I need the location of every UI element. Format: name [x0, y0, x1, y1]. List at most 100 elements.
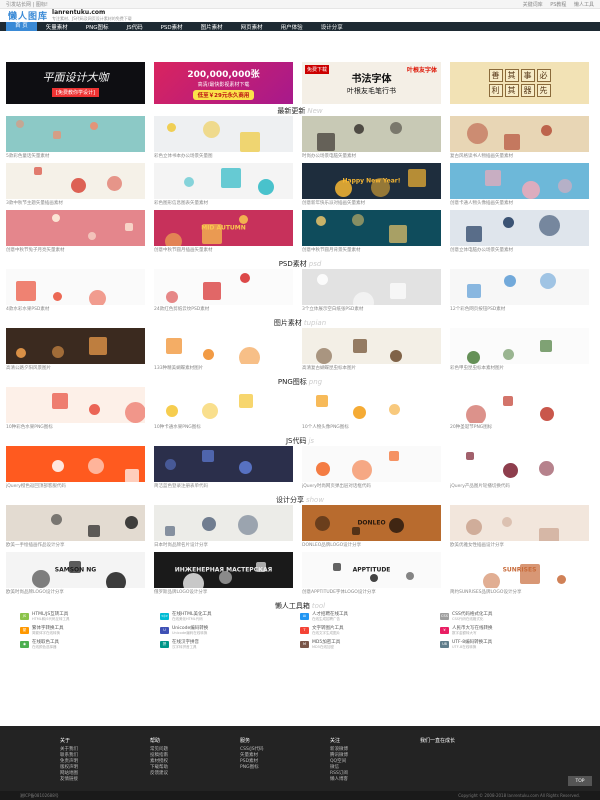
resource-caption[interactable]: 133种精美蝴蝶素材图片 [154, 364, 293, 375]
resource-thumbnail[interactable] [154, 269, 293, 305]
resource-card[interactable]: 日本时尚品牌名片设计分享 [154, 505, 293, 552]
resource-thumbnail[interactable] [450, 328, 589, 364]
tool-item[interactable]: 拼在线汉字拼音 汉字转拼音工具 [160, 639, 300, 649]
resource-thumbnail[interactable] [6, 328, 145, 364]
resource-card[interactable]: 10种彩色水果PNG图标 [6, 387, 145, 434]
resource-card[interactable]: 时尚办公场景电脑矢量素材 [302, 116, 441, 163]
resource-thumbnail[interactable] [6, 210, 145, 246]
resource-thumbnail[interactable] [450, 163, 589, 199]
resource-thumbnail[interactable] [6, 446, 145, 482]
resource-caption[interactable]: 创意卡通人物头像插画矢量素材 [450, 199, 589, 210]
resource-caption[interactable]: jQuery时尚网页弹出层对话框代码 [302, 482, 441, 493]
resource-thumbnail[interactable] [154, 446, 293, 482]
resource-card[interactable]: 创意中秋节兔子月亮矢量素材 [6, 210, 145, 257]
resource-card[interactable]: SAMSON NG 欧美时尚品牌LOGO设计分享 [6, 552, 145, 599]
tool-item[interactable]: U Unicode编码转换 Unicode编码在线转换 [160, 625, 300, 635]
nav-web[interactable]: 网页素材 [232, 23, 272, 31]
resource-thumbnail[interactable] [154, 505, 293, 541]
resource-caption[interactable]: 10个人物头像PNG图标 [302, 423, 441, 434]
resource-caption[interactable]: jQuery橙色返回顶部客服代码 [6, 482, 145, 493]
resource-thumbnail[interactable] [302, 328, 441, 364]
resource-thumbnail[interactable] [154, 328, 293, 364]
resource-thumbnail[interactable]: SAMSON NG [6, 552, 145, 588]
tool-item[interactable]: M MD5加密工具 MD5在线加密 [300, 639, 440, 649]
resource-thumbnail[interactable] [6, 505, 145, 541]
resource-card[interactable]: Happy New Year! 创意新年快乐派对插画矢量素材 [302, 163, 441, 210]
resource-card[interactable]: 133种精美蝴蝶素材图片 [154, 328, 293, 375]
banner-tools-calendar[interactable]: 善其事必利其器先 [450, 62, 589, 104]
resource-thumbnail[interactable] [302, 446, 441, 482]
resource-thumbnail[interactable] [154, 116, 293, 152]
resource-caption[interactable]: 创意中秋节圆月插画矢量素材 [154, 246, 293, 257]
resource-thumbnail[interactable] [450, 116, 589, 152]
resource-card[interactable]: 欧美优雅女性插画设计分享 [450, 505, 589, 552]
site-logo[interactable]: 懒人图库 lanrentuku.com 专注素材、JS代码及网页设计素材的免费下… [8, 9, 132, 23]
nav-psd[interactable]: PSD素材 [152, 23, 192, 31]
resource-card[interactable]: APPTITUDE 创意APPTITUDE字体LOGO设计分享 [302, 552, 441, 599]
resource-caption[interactable]: 高清公路夕阳风景图片 [6, 364, 145, 375]
tool-item[interactable]: T 文字转图片工具 在线文字生成图片 [300, 625, 440, 635]
topbar-link-keywords[interactable]: 关键词库 [523, 2, 543, 8]
nav-home[interactable]: 首 页 [6, 22, 37, 31]
resource-caption[interactable]: 创意立体电脑办公场景矢量素材 [450, 246, 589, 257]
resource-caption[interactable]: 创意新年快乐派对插画矢量素材 [302, 199, 441, 210]
topbar-link-ps-tutorial[interactable]: PS教程 [550, 2, 566, 8]
resource-caption[interactable]: 简约SUNRISES品牌LOGO设计分享 [450, 588, 589, 599]
resource-caption[interactable]: 10种彩色水果PNG图标 [6, 423, 145, 434]
resource-card[interactable]: 高清公路夕阳风景图片 [6, 328, 145, 375]
resource-thumbnail[interactable] [154, 387, 293, 423]
resource-caption[interactable]: 欧美优雅女性插画设计分享 [450, 541, 589, 552]
resource-card[interactable]: 创意卡通人物头像插画矢量素材 [450, 163, 589, 210]
topbar-link-tools[interactable]: 懒人工具 [574, 2, 594, 8]
resource-card[interactable]: 彩色立体书本办公场景矢量图 [154, 116, 293, 163]
resource-thumbnail[interactable] [6, 116, 145, 152]
resource-caption[interactable]: 欧美时尚品牌LOGO设计分享 [6, 588, 145, 599]
nav-picture[interactable]: 图片素材 [192, 23, 232, 31]
footer-link[interactable]: 友情链接 [60, 777, 150, 783]
resource-thumbnail[interactable] [302, 269, 441, 305]
tool-item[interactable]: Ai 人才招聘在线工具 在线生成招聘广告 [300, 611, 440, 621]
resource-thumbnail[interactable] [154, 163, 293, 199]
resource-card[interactable]: 3个立体展示空白纸张PSD素材 [302, 269, 441, 316]
resource-card[interactable]: 创意中秋节圆月背景矢量素材 [302, 210, 441, 257]
nav-ux[interactable]: 用户体验 [272, 23, 312, 31]
resource-card[interactable]: 彩色甲虫昆虫标本素材图片 [450, 328, 589, 375]
resource-caption[interactable]: 5款彩色童话矢量素材 [6, 152, 145, 163]
footer-link[interactable]: 反馈建议 [150, 771, 240, 777]
resource-card[interactable]: 简洁蓝色登录注册表单代码 [154, 446, 293, 493]
nav-js[interactable]: JS代码 [117, 23, 151, 31]
banner-calligraphy-font[interactable]: 免费下载 叶根友字体 书法字体 叶根友毛笔行书 [302, 62, 441, 104]
resource-thumbnail[interactable] [450, 446, 589, 482]
tool-item[interactable]: U8 UTF-8编码转换工具 UTF-8在线转换 [440, 639, 580, 649]
resource-caption[interactable]: 创意中秋节兔子月亮矢量素材 [6, 246, 145, 257]
nav-design[interactable]: 设计分享 [312, 23, 352, 31]
resource-card[interactable]: jQuery产品图片轮播切换代码 [450, 446, 589, 493]
resource-caption[interactable]: 创意中秋节圆月背景矢量素材 [302, 246, 441, 257]
resource-thumbnail[interactable] [450, 210, 589, 246]
resource-thumbnail[interactable]: MID AUTUMN [154, 210, 293, 246]
tool-item[interactable]: CSS CSS代码格式化工具 CSS代码在线格式化 [440, 611, 580, 621]
resource-card[interactable]: 3款中秋节主题矢量插画素材 [6, 163, 145, 210]
resource-thumbnail[interactable]: APPTITUDE [302, 552, 441, 588]
resource-thumbnail[interactable] [6, 163, 145, 199]
resource-caption[interactable]: 12个彩色网页按钮PSD素材 [450, 305, 589, 316]
resource-card[interactable]: 10个人物头像PNG图标 [302, 387, 441, 434]
footer-link[interactable]: PNG图标 [240, 765, 330, 771]
banner-stock-images[interactable]: 200,000,000张 高清/最快影视素材下载 低至￥29元永久商用 [154, 62, 293, 104]
resource-caption[interactable]: 3款中秋节主题矢量插画素材 [6, 199, 145, 210]
resource-card[interactable]: DONLEO DONLEO品牌LOGO设计分享 [302, 505, 441, 552]
resource-thumbnail[interactable] [302, 210, 441, 246]
resource-thumbnail[interactable] [302, 116, 441, 152]
resource-card[interactable]: 彩色图形信息图表矢量素材 [154, 163, 293, 210]
resource-caption[interactable]: 4款水彩水果PSD素材 [6, 305, 145, 316]
resource-card[interactable]: 20种圣诞节PNG图标 [450, 387, 589, 434]
footer-link[interactable]: 懒人博客 [330, 777, 420, 783]
tool-item[interactable]: </> 在线HTML美化工具 在线美化HTML代码 [160, 611, 300, 621]
resource-card[interactable]: 欧美一手绘插画作品设计分享 [6, 505, 145, 552]
resource-thumbnail[interactable] [450, 387, 589, 423]
resource-caption[interactable]: 欧美一手绘插画作品设计分享 [6, 541, 145, 552]
tool-item[interactable]: 繁繁体字转换工具 简繁体字在线转换 [20, 625, 160, 635]
resource-card[interactable]: 12个彩色网页按钮PSD素材 [450, 269, 589, 316]
resource-caption[interactable]: 彩色甲虫昆虫标本素材图片 [450, 364, 589, 375]
resource-caption[interactable]: 日本时尚品牌名片设计分享 [154, 541, 293, 552]
